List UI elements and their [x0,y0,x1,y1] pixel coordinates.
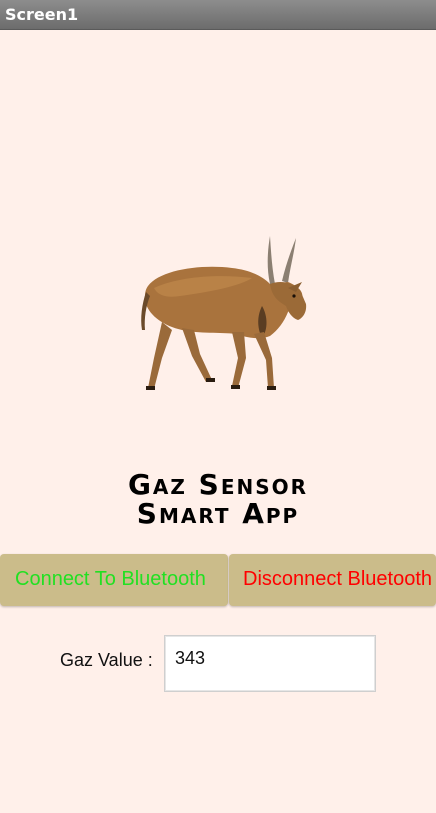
screen-title: Screen1 [5,5,79,24]
gaz-value-label: Gaz Value : [60,650,153,670]
disconnect-bluetooth-button[interactable]: Disconnect Bluetooth [229,554,436,606]
app-title-line-1: Gaz Sensor [127,468,309,501]
connect-bluetooth-button[interactable]: Connect To Bluetooth [0,554,228,606]
app-title-line-2: Smart App [136,497,300,530]
app-title: Gaz Sensor Smart App [0,470,436,528]
eland-image [141,236,307,390]
gaz-value-field[interactable]: 343 [164,635,376,692]
title-bar: Screen1 [0,0,436,30]
